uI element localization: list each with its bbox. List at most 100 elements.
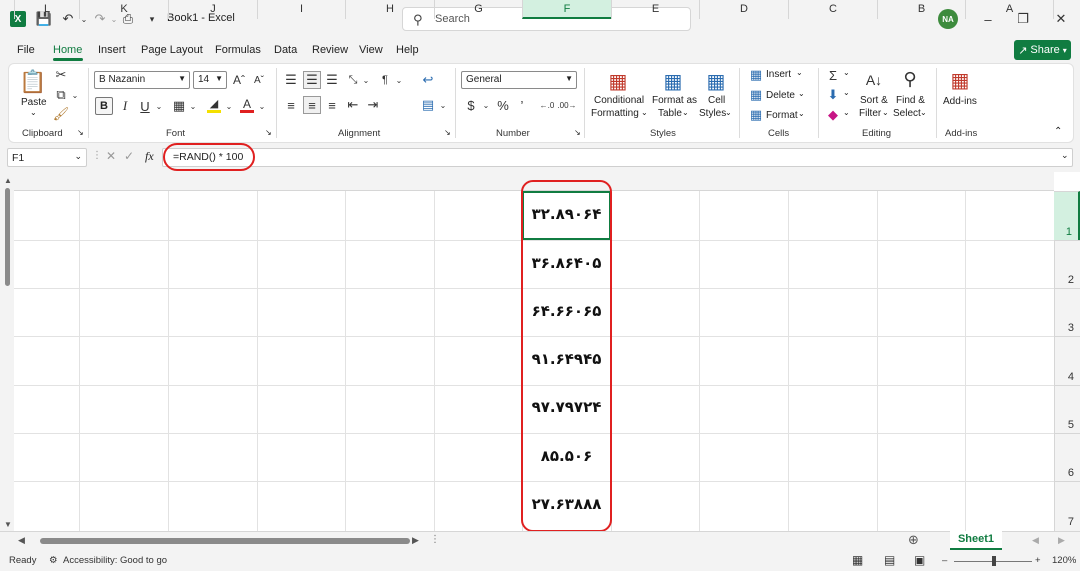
font-name-select[interactable]: B Nazanin ▼ xyxy=(94,71,190,89)
column-header[interactable]: D xyxy=(699,0,788,19)
copy-dropdown-icon[interactable]: ⌄ xyxy=(70,88,80,102)
scroll-left-icon[interactable]: ◀ xyxy=(18,535,25,546)
merge-dropdown-icon[interactable]: ⌄ xyxy=(438,97,448,113)
scroll-right-icon[interactable]: ▶ xyxy=(412,535,419,546)
insert-function-icon[interactable]: fx xyxy=(145,149,154,164)
accounting-dropdown-icon[interactable]: ⌄ xyxy=(481,97,491,113)
find-select-icon[interactable]: ⚲ xyxy=(898,67,922,91)
tab-data[interactable]: Data xyxy=(274,44,297,56)
chevron-down-icon[interactable]: ⌄ xyxy=(843,88,850,97)
borders-dropdown-icon[interactable]: ⌄ xyxy=(188,98,198,114)
tab-help[interactable]: Help xyxy=(396,44,419,56)
orientation-dropdown-icon[interactable]: ⌄ xyxy=(361,72,371,88)
formula-input[interactable] xyxy=(162,148,1073,167)
paste-dropdown-icon[interactable]: ⌄ xyxy=(30,108,37,117)
fill-color-icon[interactable]: ◢ xyxy=(207,97,221,113)
percent-style-icon[interactable]: % xyxy=(496,97,510,113)
cell-styles-icon[interactable]: ▦ xyxy=(704,69,728,93)
chevron-down-icon[interactable]: ⌄ xyxy=(843,108,850,117)
alignment-launcher-icon[interactable]: ↘ xyxy=(444,128,451,137)
zoom-slider-handle[interactable] xyxy=(992,556,996,566)
copy-icon[interactable]: ⧉ xyxy=(54,87,68,102)
zoom-level[interactable]: 120% xyxy=(1052,555,1076,566)
page-layout-view-icon[interactable]: ▤ xyxy=(884,553,895,567)
column-header[interactable]: B xyxy=(877,0,965,19)
normal-view-icon[interactable]: ▦ xyxy=(852,553,863,567)
chevron-down-icon[interactable]: ⌄ xyxy=(843,68,850,77)
tab-file[interactable]: File xyxy=(17,44,35,56)
font-size-select[interactable]: 14 ▼ xyxy=(193,71,227,89)
align-top-icon[interactable]: ☰ xyxy=(284,72,298,88)
enter-icon[interactable]: ✓ xyxy=(124,149,134,163)
wrap-text-icon[interactable]: ↩ xyxy=(421,72,435,88)
zoom-out-icon[interactable]: – xyxy=(942,555,947,566)
text-direction-dropdown-icon[interactable]: ⌄ xyxy=(394,72,404,88)
clipboard-launcher-icon[interactable]: ↘ xyxy=(77,128,84,137)
comma-style-icon[interactable]: ’ xyxy=(515,97,529,113)
expand-formula-bar-icon[interactable]: ⌄ xyxy=(1061,150,1069,161)
fill-icon[interactable]: ⬇ xyxy=(826,87,840,102)
chevron-down-icon[interactable]: ⌄ xyxy=(882,108,889,117)
italic-icon[interactable]: I xyxy=(119,98,131,114)
cell-styles-label-1[interactable]: Cell xyxy=(708,95,725,106)
delete-cells-icon[interactable]: ▦ xyxy=(749,87,763,102)
underline-dropdown-icon[interactable]: ⌄ xyxy=(154,98,164,114)
vertical-scroll-thumb[interactable] xyxy=(5,188,10,286)
addins-icon[interactable]: ▦ xyxy=(948,68,972,92)
tab-home[interactable]: Home xyxy=(53,44,82,56)
chevron-down-icon[interactable]: ⌄ xyxy=(682,108,689,117)
accounting-format-icon[interactable]: $ xyxy=(464,97,478,113)
conditional-formatting-label-2[interactable]: Formatting xyxy=(591,108,639,119)
cell-styles-label-2[interactable]: Styles xyxy=(699,108,726,119)
sort-filter-label-2[interactable]: Filter xyxy=(859,108,881,119)
bold-button[interactable]: B xyxy=(95,97,113,115)
row-header[interactable]: 7 xyxy=(1054,481,1080,531)
font-color-dropdown-icon[interactable]: ⌄ xyxy=(257,98,267,114)
addins-button-label[interactable]: Add-ins xyxy=(943,96,977,107)
chevron-down-icon[interactable]: ⌄ xyxy=(641,108,648,117)
insert-cells-label[interactable]: Insert xyxy=(766,69,791,80)
format-as-table-label-1[interactable]: Format as xyxy=(652,95,697,106)
format-as-table-icon[interactable]: ▦ xyxy=(661,69,685,93)
scroll-up-icon[interactable]: ▲ xyxy=(4,176,12,185)
row-header-selected[interactable]: 1 xyxy=(1054,191,1080,240)
align-center-icon[interactable]: ≡ xyxy=(303,96,321,114)
underline-icon[interactable]: U xyxy=(139,98,151,114)
column-header[interactable]: H xyxy=(345,0,434,19)
chevron-down-icon[interactable]: ⌄ xyxy=(798,109,805,118)
paste-label[interactable]: Paste xyxy=(21,97,47,108)
column-header[interactable]: K xyxy=(79,0,168,19)
previous-sheet-icon[interactable]: ◀ xyxy=(1032,535,1039,546)
row-header[interactable]: 2 xyxy=(1054,240,1080,288)
sheet-tab[interactable]: Sheet1 xyxy=(950,531,1002,550)
row-header[interactable]: 6 xyxy=(1054,433,1080,481)
zoom-in-icon[interactable]: + xyxy=(1035,555,1041,566)
text-direction-icon[interactable]: ¶ xyxy=(378,72,392,88)
align-middle-icon[interactable]: ☰ xyxy=(303,71,321,89)
increase-font-size-icon[interactable]: Aˆ xyxy=(232,72,246,88)
clear-icon[interactable]: ◆ xyxy=(826,107,840,122)
tab-review[interactable]: Review xyxy=(312,44,348,56)
find-select-label-2[interactable]: Select xyxy=(893,108,921,119)
column-header[interactable]: I xyxy=(257,0,345,19)
format-painter-icon[interactable]: 🖌 xyxy=(53,106,70,121)
decrease-font-size-icon[interactable]: Aˇ xyxy=(252,72,266,88)
column-header[interactable]: G xyxy=(434,0,522,19)
align-left-icon[interactable]: ≡ xyxy=(284,97,298,113)
decrease-indent-icon[interactable]: ⇤ xyxy=(346,97,360,113)
row-header[interactable]: 3 xyxy=(1054,288,1080,336)
align-right-icon[interactable]: ≡ xyxy=(325,97,339,113)
row-header[interactable]: 4 xyxy=(1054,336,1080,385)
scroll-down-icon[interactable]: ▼ xyxy=(4,520,12,529)
new-sheet-icon[interactable]: ⊕ xyxy=(908,532,919,548)
collapse-ribbon-icon[interactable]: ⌃ xyxy=(1054,126,1062,137)
number-launcher-icon[interactable]: ↘ xyxy=(574,128,581,137)
column-header[interactable]: C xyxy=(788,0,877,19)
column-header[interactable]: J xyxy=(168,0,257,19)
borders-icon[interactable]: ▦ xyxy=(172,98,186,114)
chevron-down-icon[interactable]: ⌄ xyxy=(796,68,803,77)
conditional-formatting-label-1[interactable]: Conditional xyxy=(594,95,644,106)
next-sheet-icon[interactable]: ▶ xyxy=(1058,535,1065,546)
accessibility-status[interactable]: Accessibility: Good to go xyxy=(63,555,167,566)
cancel-icon[interactable]: ✕ xyxy=(106,149,116,163)
